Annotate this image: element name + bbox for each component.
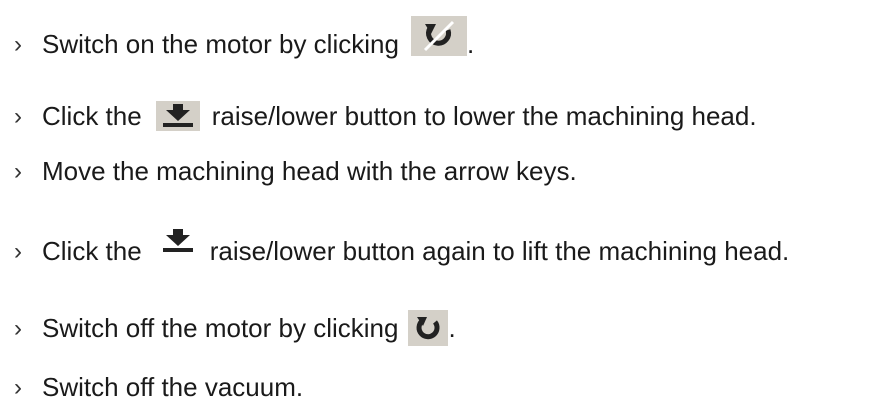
step-text: Click the [42, 101, 142, 131]
step-switch-off-vacuum: › Switch off the vacuum. [0, 367, 303, 407]
step-switch-on-motor: › Switch on the motor by clicking . [0, 16, 475, 64]
step-move-head: › Move the machining head with the arrow… [0, 151, 577, 191]
bullet: › [14, 238, 22, 265]
step-text-after: . [466, 29, 475, 59]
step-text-after: raise/lower button again to lift the mac… [209, 236, 790, 266]
step-lift-head: › Click the raise/lower button again to … [0, 226, 790, 271]
motor-on-icon[interactable] [410, 16, 467, 56]
lower-arrow-icon[interactable] [155, 101, 200, 131]
step-text-after: raise/lower button to lower the machinin… [211, 101, 757, 131]
bullet: › [14, 374, 22, 401]
step-text: Switch on the motor by clicking [42, 29, 399, 59]
bullet: › [14, 158, 22, 185]
bullet: › [14, 315, 22, 342]
step-text-after: . [448, 313, 456, 343]
step-lower-head: › Click the raise/lower button to lower … [0, 96, 757, 136]
bullet: › [14, 103, 22, 130]
step-text: Switch off the vacuum. [42, 372, 304, 402]
bullet: › [14, 31, 22, 58]
step-text: Switch off the motor by clicking [42, 313, 399, 343]
lower-arrow-icon[interactable] [155, 226, 200, 256]
motor-off-icon[interactable] [408, 310, 449, 346]
step-switch-off-motor: › Switch off the motor by clicking . [0, 308, 456, 348]
step-text: Move the machining head with the arrow k… [42, 156, 577, 186]
step-text: Click the [42, 236, 142, 266]
